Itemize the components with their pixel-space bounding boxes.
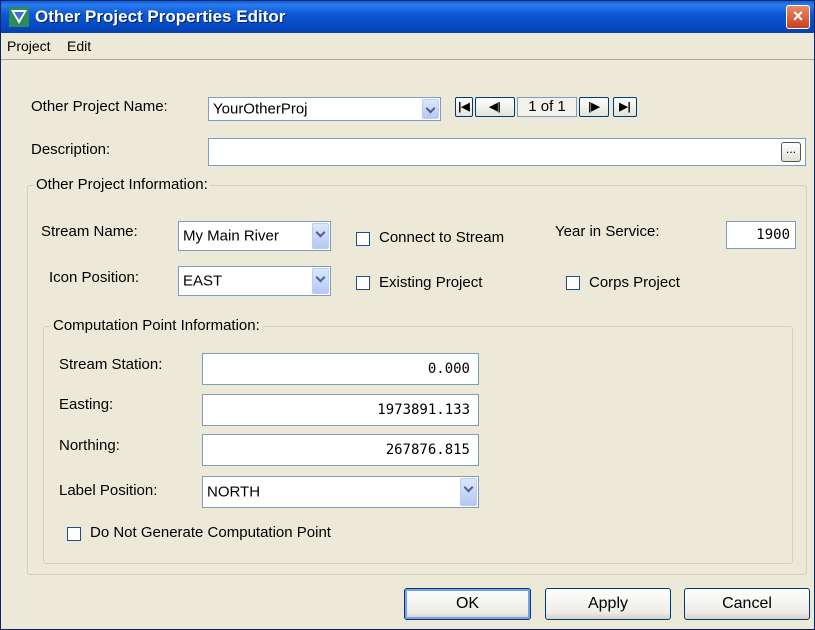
chevron-down-icon[interactable]: [422, 99, 439, 119]
icon-position-combo[interactable]: EAST: [178, 266, 331, 296]
menu-edit[interactable]: Edit: [67, 38, 91, 54]
year-in-service-value: 1900: [756, 227, 790, 243]
project-info-legend: Other Project Information:: [34, 176, 210, 193]
title-bar[interactable]: Other Project Properties Editor ×: [1, 1, 814, 33]
record-counter: 1 of 1: [517, 97, 577, 117]
chevron-down-icon[interactable]: [312, 268, 329, 294]
easting-label: Easting:: [59, 396, 114, 413]
icon-position-label: Icon Position:: [49, 269, 140, 286]
apply-button[interactable]: Apply: [545, 588, 671, 620]
last-record-button[interactable]: ▶|: [613, 97, 637, 117]
icon-position-value: EAST: [183, 272, 223, 290]
chevron-down-icon[interactable]: [312, 223, 329, 249]
stream-name-value: My Main River: [183, 227, 279, 245]
label-position-combo[interactable]: NORTH: [202, 476, 479, 508]
year-in-service-label: Year in Service:: [555, 223, 660, 240]
close-icon: ×: [792, 6, 804, 26]
northing-label: Northing:: [59, 437, 120, 454]
dialog-window: Other Project Properties Editor × Projec…: [0, 0, 815, 630]
skip-last-icon: ▶|: [619, 101, 631, 113]
first-record-button[interactable]: |◀: [455, 97, 473, 117]
corps-project-checkbox[interactable]: [566, 276, 580, 290]
computation-legend: Computation Point Information:: [51, 317, 262, 334]
description-label: Description:: [31, 141, 111, 158]
connect-stream-label: Connect to Stream: [379, 229, 505, 246]
skip-first-icon: |◀: [458, 101, 470, 113]
description-field[interactable]: [208, 138, 806, 166]
year-in-service-field[interactable]: 1900: [726, 221, 796, 249]
stream-name-combo[interactable]: My Main River: [178, 221, 331, 251]
label-position-value: NORTH: [207, 483, 261, 501]
stream-name-label: Stream Name:: [41, 223, 138, 240]
corps-project-label: Corps Project: [589, 274, 680, 291]
easting-value: 1973891.133: [377, 402, 470, 418]
step-back-icon: ◀|: [489, 101, 501, 113]
connect-stream-checkbox[interactable]: [356, 232, 370, 246]
stream-station-field[interactable]: 0.000: [202, 353, 479, 385]
ellipsis-icon: ...: [785, 142, 796, 156]
no-generate-label: Do Not Generate Computation Point: [90, 524, 331, 541]
chevron-down-icon[interactable]: [460, 478, 477, 506]
no-generate-checkbox[interactable]: [67, 527, 81, 541]
next-record-button[interactable]: |▶: [579, 97, 609, 117]
existing-project-label: Existing Project: [379, 274, 483, 291]
previous-record-button[interactable]: ◀|: [475, 97, 515, 117]
step-forward-icon: |▶: [588, 101, 600, 113]
label-position-label: Label Position:: [59, 482, 158, 499]
description-browse-button[interactable]: ...: [781, 142, 801, 162]
cancel-button[interactable]: Cancel: [684, 588, 810, 620]
project-name-label: Other Project Name:: [31, 98, 168, 115]
ok-button[interactable]: OK: [404, 588, 531, 620]
stream-station-value: 0.000: [427, 361, 470, 377]
app-icon: [9, 7, 29, 27]
existing-project-checkbox[interactable]: [356, 276, 370, 290]
easting-field[interactable]: 1973891.133: [202, 394, 479, 426]
menu-project[interactable]: Project: [7, 38, 51, 54]
window-title: Other Project Properties Editor: [35, 7, 286, 26]
northing-value: 267876.815: [385, 442, 470, 458]
project-name-combo[interactable]: YourOtherProj: [208, 97, 441, 121]
menu-bar: Project Edit: [1, 33, 814, 60]
northing-field[interactable]: 267876.815: [202, 434, 479, 466]
close-button[interactable]: ×: [786, 5, 810, 29]
project-name-value: YourOtherProj: [213, 100, 308, 118]
stream-station-label: Stream Station:: [59, 356, 163, 373]
